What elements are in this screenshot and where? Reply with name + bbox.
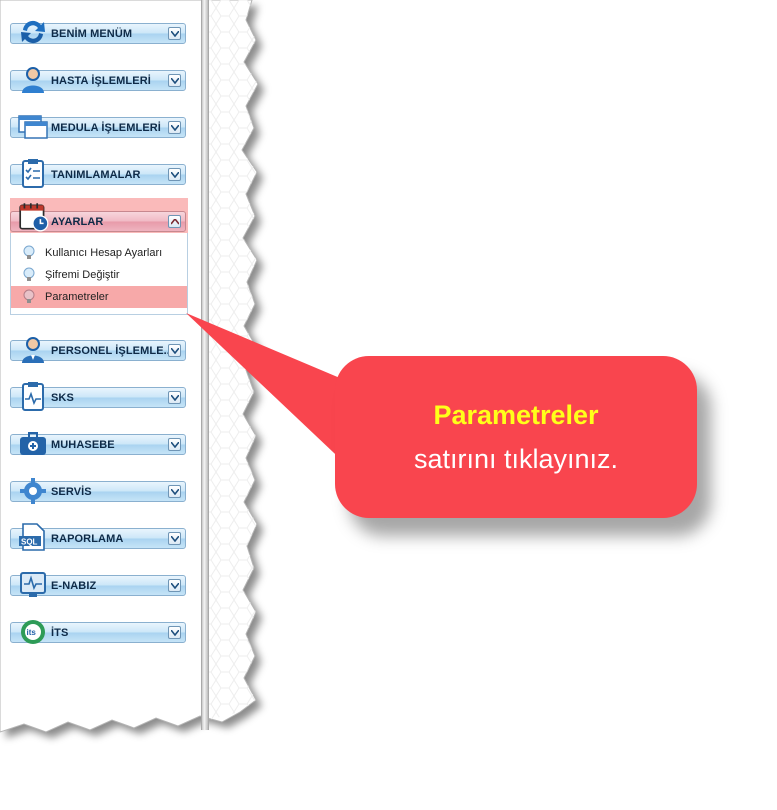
submenu-item-kullanici-hesap-ayarlari[interactable]: Kullanıcı Hesap Ayarları — [11, 242, 187, 264]
menu-item-personel-islemleri[interactable]: PERSONEL İŞLEMLE... — [10, 337, 186, 363]
clipboard-checklist-icon — [22, 159, 44, 188]
menu-item-label: SERVİS — [51, 486, 92, 498]
menu-item-label: TANIMLAMALAR — [51, 169, 141, 181]
chevron-down-icon[interactable] — [168, 485, 181, 498]
chevron-down-icon[interactable] — [168, 438, 181, 451]
chevron-down-icon[interactable] — [168, 27, 181, 40]
menu-item-label: AYARLAR — [51, 216, 104, 228]
menu-item-label: MUHASEBE — [51, 439, 115, 451]
windows-icon — [18, 115, 48, 139]
menu-item-benim-menum[interactable]: BENİM MENÜM — [10, 20, 186, 44]
menu-item-label: İTS — [51, 627, 69, 639]
monitor-pulse-icon — [20, 572, 46, 597]
gear-icon — [20, 478, 46, 504]
menu-item-sks[interactable]: SKS — [10, 382, 186, 411]
submenu-item-label: Parametreler — [45, 291, 109, 303]
lightbulb-icon — [23, 245, 35, 259]
instruction-callout: Parametreler satırını tıklayınız. — [335, 356, 697, 518]
callout-instruction-text: satırını tıklayınız. — [413, 444, 619, 474]
refresh-arrows-icon — [21, 20, 45, 44]
menu-item-label: HASTA İŞLEMLERİ — [51, 75, 151, 87]
patient-icon — [22, 67, 44, 93]
ayarlar-submenu: Kullanıcı Hesap Ayarları Şifremi Değişti… — [10, 233, 188, 315]
submenu-item-sifremi-degistir[interactable]: Şifremi Değiştir — [11, 264, 187, 286]
menu-item-label: MEDULA İŞLEMLERİ — [51, 122, 161, 134]
chevron-down-icon[interactable] — [168, 626, 181, 639]
svg-text:its: its — [27, 628, 37, 637]
sql-document-icon: SQL — [19, 523, 45, 551]
menu-item-medula-islemleri[interactable]: MEDULA İŞLEMLERİ — [10, 115, 186, 139]
chevron-down-icon[interactable] — [168, 579, 181, 592]
its-logo-icon: its — [21, 620, 45, 644]
chevron-down-icon[interactable] — [168, 74, 181, 87]
callout-highlight-text: Parametreler — [433, 400, 599, 430]
submenu-item-label: Şifremi Değiştir — [45, 269, 120, 281]
submenu-item-parametreler[interactable]: Parametreler — [11, 286, 187, 308]
staff-icon — [22, 337, 44, 363]
chevron-down-icon[interactable] — [168, 344, 181, 357]
menu-item-label: RAPORLAMA — [51, 533, 124, 545]
clipboard-pulse-icon — [22, 382, 44, 411]
menu-item-its[interactable]: its İTS — [10, 620, 186, 644]
lightbulb-icon — [23, 267, 35, 281]
menu-item-muhasebe[interactable]: MUHASEBE — [10, 432, 186, 455]
svg-text:SQL: SQL — [21, 538, 38, 547]
menu-item-label: SKS — [51, 392, 74, 404]
menu-item-label: E-NABIZ — [51, 580, 97, 592]
panel-splitter[interactable] — [201, 0, 209, 730]
medical-case-icon — [20, 432, 46, 455]
menu-item-label: BENİM MENÜM — [51, 28, 133, 40]
menu-item-servis[interactable]: SERVİS — [10, 478, 186, 504]
menu-item-ayarlar[interactable]: AYARLAR — [10, 203, 186, 232]
chevron-down-icon[interactable] — [168, 391, 181, 404]
menu-item-hasta-islemleri[interactable]: HASTA İŞLEMLERİ — [10, 67, 186, 93]
menu-item-raporlama[interactable]: SQL RAPORLAMA — [10, 523, 186, 551]
menu-item-e-nabiz[interactable]: E-NABIZ — [10, 572, 186, 597]
lightbulb-icon — [23, 289, 35, 303]
submenu-item-label: Kullanıcı Hesap Ayarları — [45, 247, 163, 259]
chevron-down-icon[interactable] — [168, 532, 181, 545]
chevron-down-icon[interactable] — [168, 121, 181, 134]
menu-item-tanimlamalar[interactable]: TANIMLAMALAR — [10, 159, 186, 188]
calendar-clock-icon — [19, 203, 49, 232]
chevron-down-icon[interactable] — [168, 168, 181, 181]
chevron-up-icon[interactable] — [168, 215, 181, 228]
menu-item-label: PERSONEL İŞLEMLE... — [51, 345, 174, 357]
sidebar-menu: BENİM MENÜM HASTA İŞLEMLERİ MEDULA İŞLEM… — [0, 0, 200, 740]
